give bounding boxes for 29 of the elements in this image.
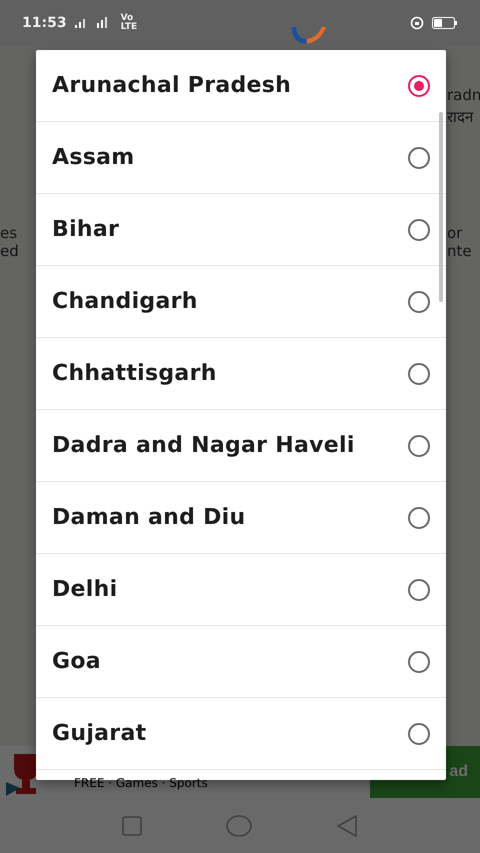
state-option[interactable]: Gujarat (36, 698, 446, 770)
state-option[interactable]: Daman and Diu (36, 482, 446, 554)
background-text: nte (447, 242, 472, 260)
state-label: Goa (52, 649, 102, 674)
background-text: ed (0, 242, 19, 260)
state-label: Gujarat (52, 721, 148, 746)
state-option[interactable]: Dadra and Nagar Haveli (36, 410, 446, 482)
state-option[interactable]: Goa (36, 626, 446, 698)
state-option[interactable]: Assam (36, 122, 446, 194)
ad-text: FREE · Games · Sports (74, 776, 209, 792)
state-label: Delhi (52, 577, 118, 602)
state-option[interactable]: Arunachal Pradesh (36, 50, 446, 122)
background-text: radn (447, 86, 480, 104)
state-option[interactable]: Bihar (36, 194, 446, 266)
state-label: Dadra and Nagar Haveli (52, 433, 356, 458)
state-label: Assam (52, 145, 136, 170)
network-label: Vo LTE (120, 14, 138, 32)
background-text: or (447, 224, 462, 242)
state-label: Chhattisgarh (52, 361, 218, 386)
background-text: रादन (447, 107, 473, 126)
state-label: Daman and Diu (52, 505, 246, 530)
state-label: Arunachal Pradesh (52, 73, 292, 98)
state-option[interactable]: Chandigarh (36, 266, 446, 338)
state-label: Chandigarh (52, 289, 199, 314)
state-label: Bihar (52, 217, 120, 242)
state-option[interactable]: Delhi (36, 554, 446, 626)
clock: 11:53 (22, 15, 67, 31)
state-option[interactable]: Chhattisgarh (36, 338, 446, 410)
background-text: es (0, 224, 18, 242)
